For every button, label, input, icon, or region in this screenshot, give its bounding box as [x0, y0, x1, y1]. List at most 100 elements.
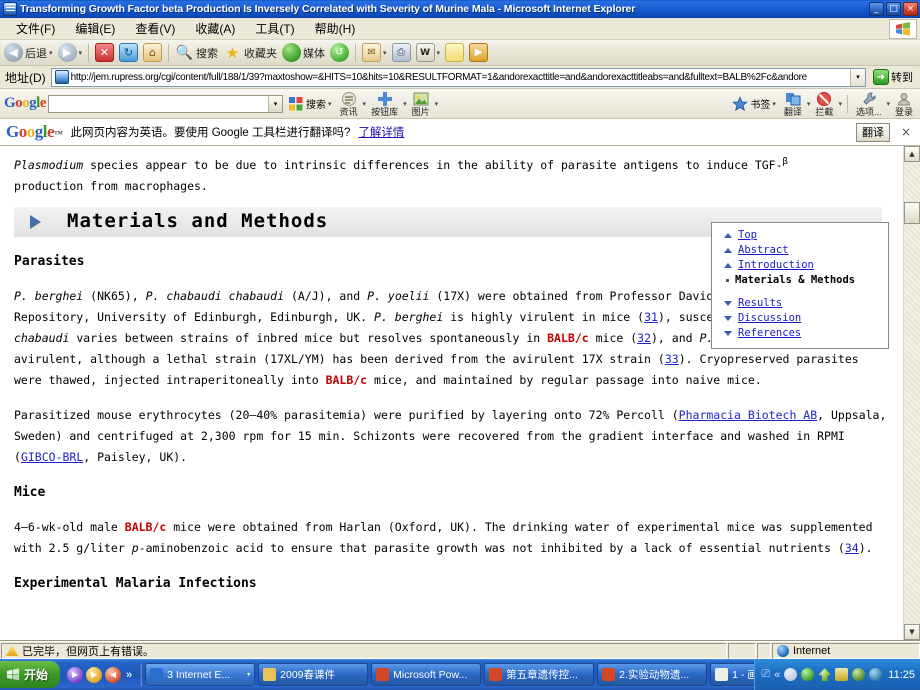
tray-volume-icon[interactable]	[869, 668, 883, 681]
quick-launch-overflow-chevron[interactable]: »	[124, 669, 134, 681]
external-link[interactable]: Pharmacia Biotech AB	[679, 408, 817, 422]
nav-item-top[interactable]: Top	[718, 228, 882, 243]
nav-item-label[interactable]: Results	[738, 296, 782, 311]
google-search-dropdown-arrow[interactable]: ▾	[268, 95, 283, 112]
menu-favorites[interactable]: 收藏(A)	[185, 18, 245, 39]
media-button[interactable]: 媒体	[280, 42, 327, 64]
nav-item-materials-methods[interactable]: Materials & Methods	[718, 273, 882, 288]
google-buttons-button[interactable]: 按钮库	[368, 91, 401, 117]
google-search-button[interactable]: 搜索 ▾	[285, 96, 335, 112]
stop-button[interactable]: ✕	[93, 42, 116, 64]
citation-link[interactable]: 32	[637, 331, 651, 345]
address-input[interactable]: http://jem.rupress.org/cgi/content/full/…	[50, 67, 866, 87]
go-button[interactable]: ➜ 转到	[869, 69, 917, 85]
scroll-down-button[interactable]: ▼	[904, 624, 920, 640]
quicklaunch-media-icon[interactable]: ▶	[67, 666, 84, 683]
messenger-button[interactable]	[443, 42, 466, 64]
favorites-button[interactable]: ★ 收藏夹	[221, 42, 279, 64]
tray-folder-icon[interactable]	[835, 668, 849, 681]
google-popupblocker-button[interactable]: 拦截	[812, 91, 836, 117]
translate-learn-more-link[interactable]: 了解详情	[358, 124, 404, 140]
menu-file[interactable]: 文件(F)	[6, 18, 65, 39]
start-button[interactable]: 开始	[0, 661, 61, 688]
google-translate-arrow[interactable]: ▾	[807, 100, 811, 108]
google-news-arrow[interactable]: ▾	[363, 100, 367, 108]
taskbar-task[interactable]: 第五章遗传控...	[484, 663, 595, 686]
menu-view[interactable]: 查看(V)	[125, 18, 185, 39]
tray-antivirus-icon[interactable]	[852, 668, 866, 681]
nav-item-label[interactable]: Introduction	[738, 258, 814, 273]
tray-shield-icon[interactable]	[784, 668, 798, 681]
print-button[interactable]: ⎙	[390, 42, 413, 64]
google-options-button[interactable]: 选项...	[853, 91, 885, 117]
google-signin-button[interactable]: 登录	[892, 91, 916, 117]
home-button[interactable]: ⌂	[141, 42, 164, 64]
nav-item-results[interactable]: Results	[718, 296, 882, 311]
nav-item-abstract[interactable]: Abstract	[718, 243, 882, 258]
google-bookmarks-button[interactable]: 书签 ▾	[729, 95, 779, 112]
scroll-up-button[interactable]: ▲	[904, 146, 920, 162]
nav-item-references[interactable]: References	[718, 326, 882, 341]
back-dropdown-arrow[interactable]: ▾	[49, 49, 53, 57]
google-bookmarks-arrow[interactable]: ▾	[772, 100, 776, 108]
google-popupblocker-arrow[interactable]: ▾	[838, 100, 842, 108]
menu-edit[interactable]: 编辑(E)	[65, 18, 125, 39]
tray-expand-chevron[interactable]: «	[774, 669, 780, 681]
taskbar-task[interactable]: 3 Internet E... ▾	[145, 663, 256, 686]
google-images-button[interactable]: 图片	[409, 91, 433, 117]
back-button[interactable]: ◀ 后退 ▾	[2, 42, 55, 64]
close-button[interactable]: ×	[903, 2, 918, 16]
menu-help[interactable]: 帮助(H)	[305, 18, 366, 39]
nav-item-introduction[interactable]: Introduction	[718, 258, 882, 273]
maximize-button[interactable]: □	[886, 2, 901, 16]
google-search-input[interactable]: ▾	[48, 94, 284, 113]
citation-link[interactable]: 34	[845, 541, 859, 555]
taskbar-task[interactable]: 2009春课件	[258, 663, 369, 686]
menu-tools[interactable]: 工具(T)	[245, 18, 304, 39]
translate-button[interactable]: 翻译	[856, 122, 890, 142]
edit-button[interactable]: W ▾	[414, 42, 443, 64]
mail-button[interactable]: ✉ ▾	[360, 42, 389, 64]
scroll-thumb[interactable]	[904, 202, 920, 224]
google-translate-button[interactable]: 翻译	[781, 91, 805, 117]
external-link[interactable]: GIBCO-BRL	[21, 450, 83, 464]
refresh-button[interactable]: ↻	[117, 42, 140, 64]
realplayer-button[interactable]: ▶	[467, 42, 490, 64]
history-button[interactable]: ↺	[328, 42, 351, 64]
google-search-button-arrow[interactable]: ▾	[328, 100, 332, 108]
google-images-arrow[interactable]: ▾	[435, 100, 439, 108]
nav-item-discussion[interactable]: Discussion	[718, 311, 882, 326]
section-expand-triangle-icon[interactable]	[30, 214, 41, 229]
taskbar-group-arrow[interactable]: ▾	[247, 671, 250, 678]
citation-link[interactable]: 31	[644, 310, 658, 324]
taskbar-task[interactable]: 2.实验动物遗...	[597, 663, 708, 686]
translate-close-icon[interactable]: ×	[898, 125, 914, 139]
quicklaunch-play-icon[interactable]: ▶	[86, 666, 103, 683]
tray-keyboard-icon[interactable]: ⎚	[761, 668, 770, 681]
mail-dropdown-arrow[interactable]: ▾	[383, 49, 387, 57]
edit-dropdown-arrow[interactable]: ▾	[437, 49, 441, 57]
forward-button[interactable]: ▶ ▾	[56, 42, 85, 64]
nav-item-label[interactable]: References	[738, 326, 801, 341]
taskbar-clock[interactable]: 11:25	[888, 669, 915, 681]
taskbar-task[interactable]: 1 - 画图	[710, 663, 755, 686]
search-button[interactable]: 🔍 搜索	[173, 42, 220, 64]
tray-network-icon[interactable]	[801, 668, 815, 681]
tray-update-icon[interactable]	[818, 668, 832, 681]
warning-icon[interactable]	[6, 645, 18, 656]
nav-item-label[interactable]: Top	[738, 228, 757, 243]
citation-link[interactable]: 33	[665, 352, 679, 366]
address-dropdown-arrow[interactable]: ▾	[850, 68, 865, 86]
quicklaunch-back-icon[interactable]: ◀	[105, 666, 122, 683]
google-buttons-arrow[interactable]: ▾	[403, 100, 407, 108]
minimize-button[interactable]: _	[869, 2, 884, 16]
nav-item-label[interactable]: Discussion	[738, 311, 801, 326]
forward-dropdown-arrow[interactable]: ▾	[79, 49, 83, 57]
google-options-arrow[interactable]: ▾	[886, 100, 890, 108]
window-titlebar[interactable]: Transforming Growth Factor beta Producti…	[0, 0, 920, 18]
taskbar-task[interactable]: Microsoft Pow...	[371, 663, 482, 686]
google-news-button[interactable]: 资讯	[337, 91, 361, 117]
scroll-track[interactable]	[903, 162, 920, 624]
nav-item-label[interactable]: Abstract	[738, 243, 789, 258]
page-vertical-scrollbar[interactable]: ▲ ▼	[903, 146, 920, 640]
